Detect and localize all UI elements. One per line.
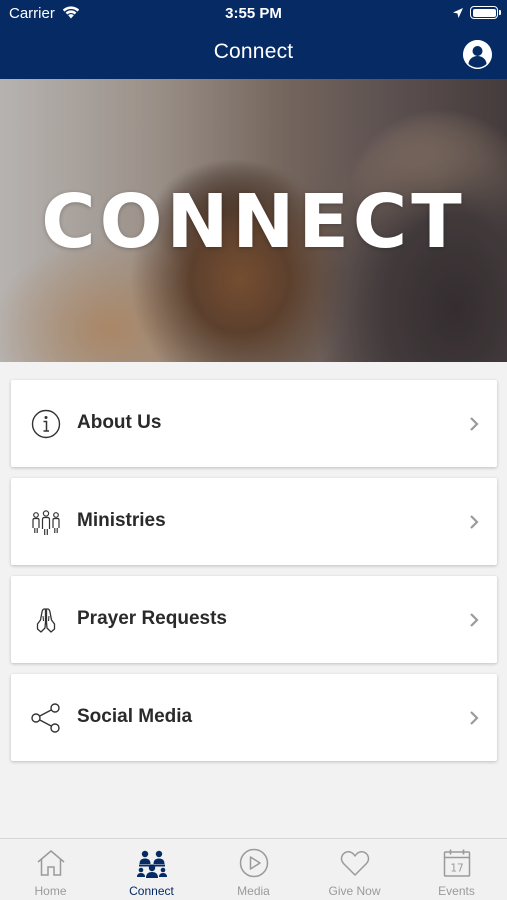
info-icon (30, 408, 62, 440)
heart-icon (339, 847, 371, 879)
people-group-icon (30, 506, 62, 538)
menu-item-label: Ministries (77, 510, 166, 531)
chevron-right-icon (467, 416, 481, 432)
chevron-right-icon (467, 514, 481, 530)
menu-item-label: Prayer Requests (77, 608, 227, 629)
location-arrow-icon (452, 6, 464, 18)
page-title: Connect (213, 40, 294, 63)
tab-events[interactable]: 17 Events (406, 839, 507, 900)
hero-banner: CONNECT (0, 79, 507, 362)
status-bar: Carrier 3:55 PM (0, 0, 507, 28)
top-bar: Carrier 3:55 PM Connect (0, 0, 507, 79)
tab-label: Home (34, 884, 67, 898)
tab-give-now[interactable]: Give Now (304, 839, 405, 900)
chevron-right-icon (467, 612, 481, 628)
tab-connect[interactable]: Connect (101, 839, 202, 900)
battery-icon (470, 6, 501, 19)
tab-label: Events (438, 884, 475, 898)
tab-label: Media (237, 884, 270, 898)
menu-item-social-media[interactable]: Social Media (11, 674, 497, 761)
profile-button[interactable] (463, 40, 492, 69)
connect-people-icon (136, 847, 168, 879)
share-icon (30, 702, 62, 734)
tab-bar: Home Connect Media Give Now 17 Events (0, 838, 507, 900)
calendar-day-number: 17 (450, 863, 463, 875)
menu-item-label: Social Media (77, 706, 193, 727)
praying-hands-icon (30, 604, 62, 636)
tab-media[interactable]: Media (203, 839, 304, 900)
menu-item-ministries[interactable]: Ministries (11, 478, 497, 565)
menu-item-prayer-requests[interactable]: Prayer Requests (11, 576, 497, 663)
tab-label: Give Now (328, 884, 381, 898)
play-icon (238, 847, 270, 879)
chevron-right-icon (467, 710, 481, 726)
tab-home[interactable]: Home (0, 839, 101, 900)
status-time: 3:55 PM (225, 5, 282, 22)
menu-item-about-us[interactable]: About Us (11, 380, 497, 467)
user-icon (463, 40, 492, 69)
menu-item-label: About Us (77, 412, 162, 433)
hero-title: CONNECT (41, 179, 466, 265)
tab-label: Connect (129, 884, 174, 898)
calendar-icon: 17 (441, 847, 473, 879)
home-icon (35, 847, 67, 879)
